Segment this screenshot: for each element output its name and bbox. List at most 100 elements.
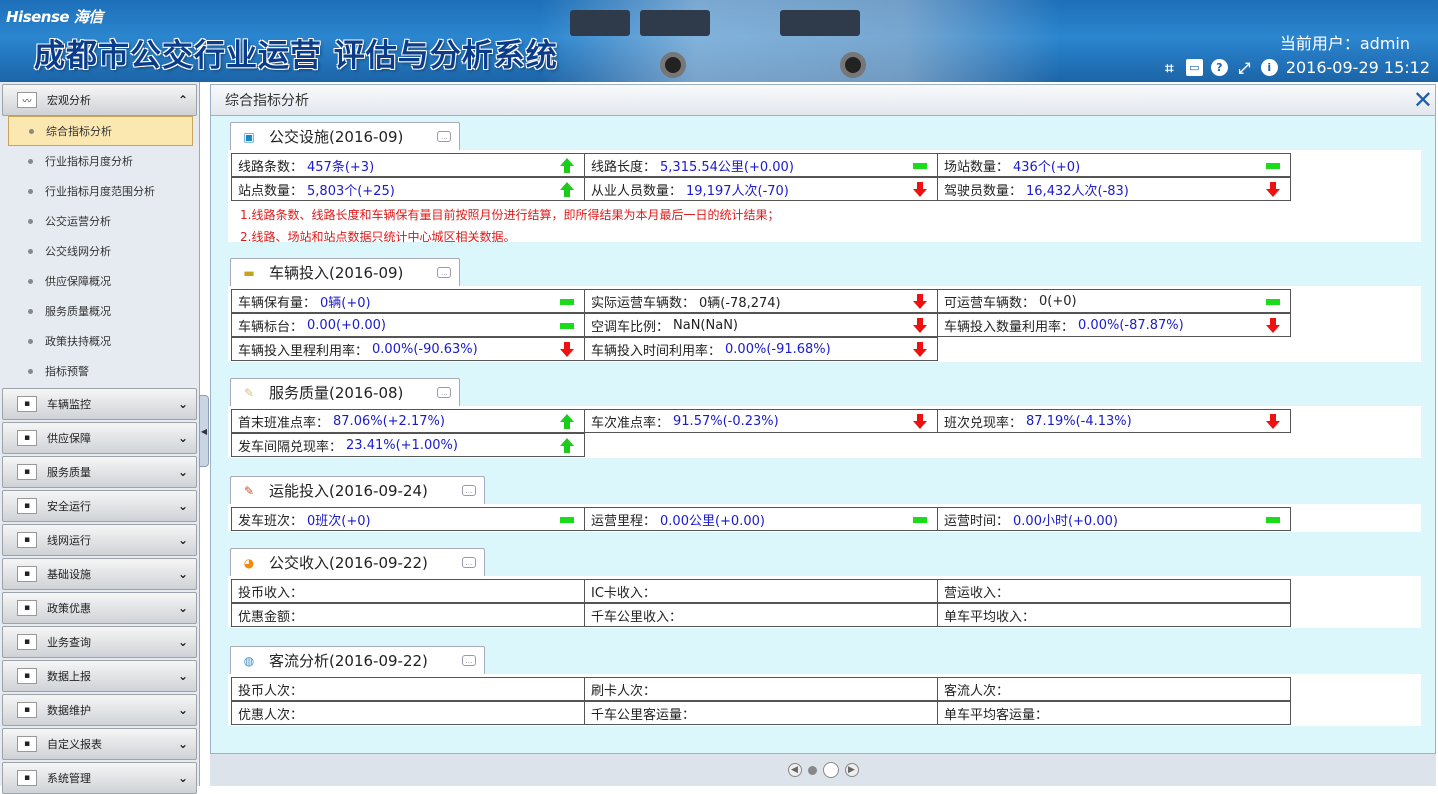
sidebar-group-macro[interactable]: 〰 宏观分析 ⌃: [2, 84, 197, 116]
sidebar-item-label: 行业指标月度范围分析: [45, 185, 155, 198]
metric-value: 0.00公里(+0.00): [660, 513, 765, 529]
flat-trend-icon: [560, 517, 574, 523]
arrow-down-icon: [913, 342, 927, 358]
metric-cell: 千车公里客运量：: [584, 701, 938, 725]
bus-wheel: [840, 52, 866, 78]
sidebar-item-label: 指标预警: [45, 365, 89, 378]
metric-cell: 投币收入：: [231, 579, 585, 603]
sidebar-item-label: 供应保障概况: [45, 275, 111, 288]
metric-label: 千车公里客运量：: [591, 707, 696, 723]
sidebar-group[interactable]: ▪ 数据上报 ⌄: [2, 660, 197, 692]
metric-cell: 实际运营车辆数： 0辆(-78,274): [584, 289, 938, 313]
chevron-down-icon: ⌄: [177, 499, 188, 513]
sidebar-group[interactable]: ▪ 业务查询 ⌄: [2, 626, 197, 658]
crop-icon[interactable]: ⌗: [1161, 59, 1178, 77]
sidebar-group[interactable]: ▪ 数据维护 ⌄: [2, 694, 197, 726]
sidebar-group[interactable]: ▪ 供应保障 ⌄: [2, 422, 197, 454]
metric-cell: 车辆投入里程利用率： 0.00%(-90.63%): [231, 337, 585, 361]
arrow-down-icon: [913, 182, 927, 198]
sidebar-group-label: 安全运行: [47, 500, 91, 513]
comment-icon[interactable]: …: [461, 557, 476, 568]
sidebar-item[interactable]: 公交线网分析: [0, 236, 199, 266]
help-icon[interactable]: ?: [1210, 59, 1228, 76]
metric-label: 车辆保有量：: [238, 295, 317, 311]
fullscreen-icon[interactable]: ⤢: [1236, 59, 1253, 77]
flat-trend-icon: [913, 163, 927, 169]
arrow-down-icon: [1266, 318, 1280, 334]
metric-cell: 单车平均客运量：: [937, 701, 1291, 725]
metric-row: 车辆标台： 0.00(+0.00) 空调车比例： NaN(NaN) 车辆投入数量利用率：…: [228, 313, 1421, 338]
sidebar-group[interactable]: ▪ 服务质量 ⌄: [2, 456, 197, 488]
metric-label: 车辆投入数量利用率：: [944, 319, 1075, 335]
metric-label: 可运营车辆数：: [944, 295, 1036, 311]
sidebar-item[interactable]: 政策扶持概况: [0, 326, 199, 356]
metric-value: 5,315.54公里(+0.00): [660, 159, 794, 175]
info-icon[interactable]: i: [1260, 59, 1278, 76]
metric-value: 19,197人次(-70): [686, 183, 789, 199]
sidebar-item[interactable]: 指标预警: [0, 356, 199, 386]
metric-label: 营运收入：: [944, 585, 1010, 601]
metric-value: 0.00(+0.00): [307, 317, 386, 333]
comment-icon[interactable]: …: [461, 655, 476, 666]
close-icon[interactable]: ✕: [1413, 87, 1433, 113]
sidebar-item[interactable]: 综合指标分析: [8, 116, 193, 146]
metric-label: 场站数量：: [944, 159, 1010, 175]
supply-icon: ▪: [17, 430, 37, 446]
metric-label: 车辆投入里程利用率：: [238, 343, 369, 359]
sidebar-collapse-handle[interactable]: ◀: [199, 395, 209, 467]
sidebar-group[interactable]: ▪ 系统管理 ⌄: [2, 762, 197, 794]
metric-row: 投币人次： 刷卡人次： 客流人次：: [228, 677, 1421, 702]
metric-value: 87.06%(+2.17%): [333, 413, 445, 429]
sidebar-item[interactable]: 供应保障概况: [0, 266, 199, 296]
metric-cell: 优惠金额：: [231, 603, 585, 627]
metric-cell: 优惠人次：: [231, 701, 585, 725]
comment-icon[interactable]: …: [437, 387, 452, 398]
metric-row: 优惠人次： 千车公里客运量： 单车平均客运量：: [228, 701, 1421, 726]
section-title: 运能投入(2016-09-24): [269, 482, 428, 500]
metric-label: 单车平均客运量：: [944, 707, 1049, 723]
pencil-icon: ✎: [243, 483, 255, 498]
sidebar-group[interactable]: ▪ 线网运行 ⌄: [2, 524, 197, 556]
flat-trend-icon: [1266, 163, 1280, 169]
metric-cell: 线路条数： 457条(+3): [231, 153, 585, 177]
gear-icon: ▪: [17, 770, 37, 786]
metric-cell: 空调车比例： NaN(NaN): [584, 313, 938, 337]
sidebar-group[interactable]: ▪ 政策优惠 ⌄: [2, 592, 197, 624]
metric-cell: 场站数量： 436个(+0): [937, 153, 1291, 177]
chevron-down-icon: ⌄: [177, 567, 188, 581]
sidebar-group[interactable]: ▪ 车辆监控 ⌄: [2, 388, 197, 420]
note-text: 2.线路、场站和站点数据只统计中心城区相关数据。: [240, 230, 516, 244]
chevron-down-icon: ⌄: [177, 771, 188, 785]
metric-label: 客流人次：: [944, 683, 1010, 699]
comment-icon[interactable]: …: [437, 267, 452, 278]
metric-value: 0辆(+0): [320, 295, 371, 311]
metric-row: 投币收入： IC卡收入： 营运收入：: [228, 579, 1421, 604]
sidebar-item[interactable]: 公交运营分析: [0, 206, 199, 236]
metric-value: 16,432人次(-83): [1026, 183, 1129, 199]
prev-page-icon[interactable]: ◀: [787, 763, 802, 777]
page-dot[interactable]: [807, 765, 817, 775]
metric-cell: 站点数量： 5,803个(+25): [231, 177, 585, 201]
bus-window: [640, 10, 710, 36]
keyboard-icon[interactable]: ▭: [1185, 59, 1203, 76]
content-area: ▣ 公交设施(2016-09)… 线路条数： 457条(+3) 线路长度： 5,315.5…: [210, 116, 1436, 754]
sidebar: 〰 宏观分析 ⌃ 综合指标分析 行业指标月度分析行业指标月度范围分析公交运营分析公…: [0, 82, 200, 794]
metric-value: 0(+0): [1039, 293, 1077, 309]
next-page-icon[interactable]: ▶: [844, 763, 859, 777]
chevron-down-icon: ⌄: [177, 533, 188, 547]
section-title: 车辆投入(2016-09): [269, 264, 404, 282]
comment-icon[interactable]: …: [437, 131, 452, 142]
sidebar-item[interactable]: 行业指标月度分析: [0, 146, 199, 176]
sidebar-group[interactable]: ▪ 自定义报表 ⌄: [2, 728, 197, 760]
sidebar-group[interactable]: ▪ 基础设施 ⌄: [2, 558, 197, 590]
comment-icon[interactable]: …: [461, 485, 476, 496]
metric-cell: 客流人次：: [937, 677, 1291, 701]
sidebar-group-label: 服务质量: [47, 466, 91, 479]
globe-icon: ◍: [243, 653, 255, 668]
sidebar-group-label: 政策优惠: [47, 602, 91, 615]
sidebar-item[interactable]: 行业指标月度范围分析: [0, 176, 199, 206]
page-dot-current[interactable]: [822, 762, 839, 778]
sidebar-group[interactable]: ▪ 安全运行 ⌄: [2, 490, 197, 522]
metric-cell: IC卡收入：: [584, 579, 938, 603]
sidebar-item[interactable]: 服务质量概况: [0, 296, 199, 326]
